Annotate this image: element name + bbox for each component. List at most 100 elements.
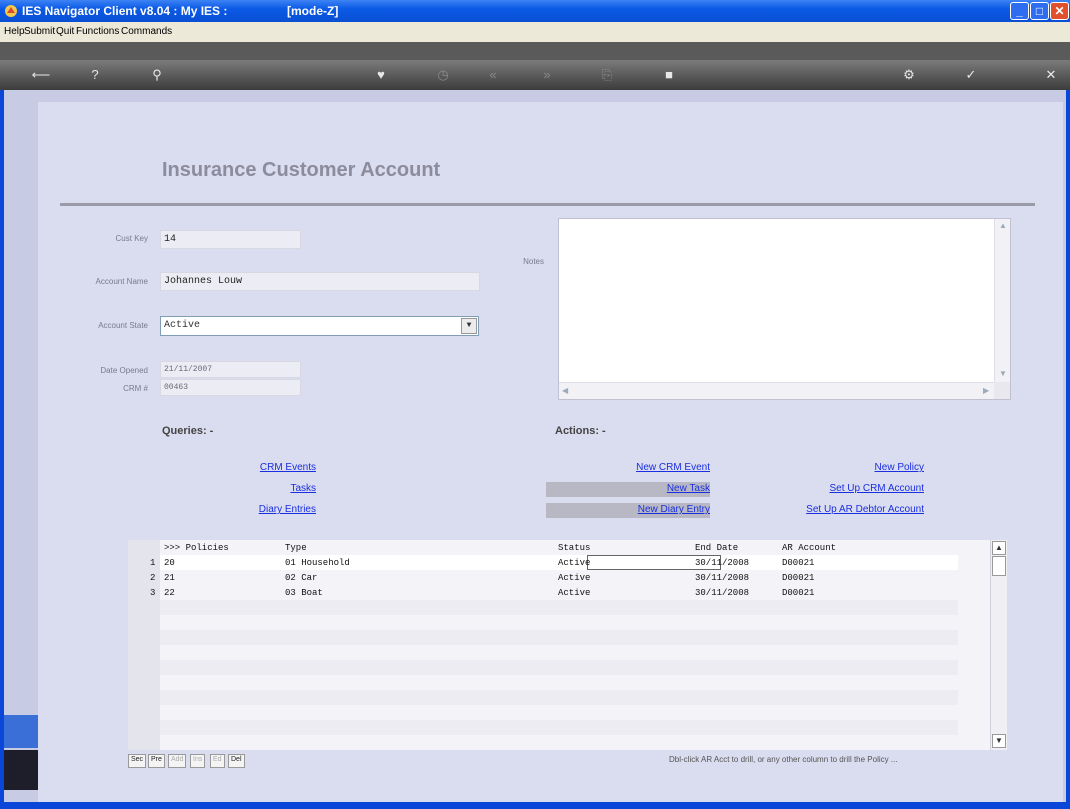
history-icon[interactable]: ◷ (432, 64, 454, 86)
close-button[interactable]: ✕ (1050, 2, 1069, 20)
ed-button[interactable]: Ed (210, 754, 225, 768)
cust-key-field[interactable]: 14 (160, 230, 301, 249)
action-new-crm-event-link[interactable]: New CRM Event (546, 462, 710, 473)
form-panel: Insurance Customer Account Cust Key 14 A… (38, 102, 1063, 802)
last-record-icon[interactable]: » (536, 64, 558, 86)
account-state-label: Account State (98, 321, 148, 330)
ins-button[interactable]: Ins (190, 754, 206, 768)
notes-horizontal-scrollbar[interactable]: ◀ ▶ (559, 382, 996, 399)
cell-status[interactable]: Active (558, 588, 590, 598)
account-state-select[interactable]: Active ▼ (160, 316, 479, 336)
table-row (160, 705, 958, 720)
action-setup-crm-account-link[interactable]: Set Up CRM Account (744, 483, 924, 494)
notes-textarea[interactable]: ▲ ▼ ◀ ▶ (558, 218, 1011, 400)
side-stub-dark (4, 750, 38, 790)
menu-submit[interactable]: Submit (24, 26, 55, 37)
help-icon[interactable]: ? (84, 64, 106, 86)
cancel-icon[interactable]: ✕ (1040, 64, 1062, 86)
cell-ar-account[interactable]: D00021 (782, 558, 814, 568)
scroll-right-icon[interactable]: ▶ (983, 386, 989, 395)
cell-end-date[interactable]: 30/11/2008 (695, 558, 749, 568)
cust-key-label: Cust Key (115, 234, 148, 243)
menu-functions[interactable]: Functions (76, 26, 119, 37)
cell-policy[interactable]: 21 (164, 573, 175, 583)
date-opened-label: Date Opened (100, 366, 148, 375)
table-row (160, 615, 958, 630)
cell-policy[interactable]: 20 (164, 558, 175, 568)
notes-vertical-scrollbar[interactable]: ▲ ▼ (994, 219, 1010, 382)
grid-scroll-down-icon[interactable]: ▼ (992, 734, 1006, 748)
action-new-task-link[interactable]: New Task (546, 483, 710, 494)
action-new-policy-link[interactable]: New Policy (744, 462, 924, 473)
app-icon (5, 5, 17, 17)
date-opened-field: 21/11/2007 (160, 361, 301, 378)
notes-label: Notes (523, 257, 544, 266)
scroll-down-icon[interactable]: ▼ (999, 369, 1007, 378)
query-diary-entries-link[interactable]: Diary Entries (178, 504, 316, 515)
cell-status[interactable]: Active (558, 558, 590, 568)
account-name-label: Account Name (95, 277, 148, 286)
header-policies[interactable]: >>> Policies (164, 543, 229, 553)
grid-scroll-up-icon[interactable]: ▲ (992, 541, 1006, 555)
table-row (160, 645, 958, 660)
window-title: IES Navigator Client v8.04 : My IES : (22, 4, 228, 18)
cell-type[interactable]: 03 Boat (285, 588, 323, 598)
toolbar: ⟵ ? ⚲ ♥ ◷ « » ⎘ ■ ⚙ ✓ ✕ (0, 60, 1070, 90)
table-row (160, 675, 958, 690)
menu-help[interactable]: Help (4, 26, 25, 37)
row-number: 2 (150, 573, 156, 583)
account-name-field[interactable]: Johannes Louw (160, 272, 480, 291)
cell-status[interactable]: Active (558, 573, 590, 583)
action-new-diary-entry-link[interactable]: New Diary Entry (546, 504, 710, 515)
header-status[interactable]: Status (558, 543, 590, 553)
sec-button[interactable]: Sec (128, 754, 147, 768)
add-button[interactable]: Add (168, 754, 187, 768)
cell-policy[interactable]: 22 (164, 588, 175, 598)
queries-title: Queries: - (162, 425, 214, 437)
query-tasks-link[interactable]: Tasks (178, 483, 316, 494)
clipboard-icon[interactable]: ⎘ (596, 64, 618, 86)
actions-title: Actions: - (555, 425, 606, 437)
dropdown-arrow-icon[interactable]: ▼ (461, 318, 477, 334)
crm-field: 00463 (160, 379, 301, 396)
crm-label: CRM # (123, 384, 148, 393)
menu-commands[interactable]: Commands (121, 26, 172, 37)
check-icon[interactable]: ✓ (960, 64, 982, 86)
search-icon[interactable]: ⚲ (146, 64, 168, 86)
scroll-up-icon[interactable]: ▲ (999, 221, 1007, 230)
row-number: 3 (150, 588, 156, 598)
header-end-date[interactable]: End Date (695, 543, 738, 553)
header-type[interactable]: Type (285, 543, 307, 553)
page-title: Insurance Customer Account (162, 159, 441, 181)
cell-end-date[interactable]: 30/11/2008 (695, 573, 749, 583)
minimize-button[interactable]: _ (1010, 2, 1029, 20)
maximize-button[interactable]: □ (1030, 2, 1049, 20)
header-ar-account[interactable]: AR Account (782, 543, 836, 553)
first-record-icon[interactable]: « (482, 64, 504, 86)
cell-end-date[interactable]: 30/11/2008 (695, 588, 749, 598)
query-crm-events-link[interactable]: CRM Events (178, 462, 316, 473)
cell-type[interactable]: 01 Household (285, 558, 350, 568)
back-arrow-icon[interactable]: ⟵ (30, 64, 52, 86)
scroll-left-icon[interactable]: ◀ (562, 386, 568, 395)
cell-ar-account[interactable]: D00021 (782, 588, 814, 598)
settings-gear-icon[interactable]: ⚙ (898, 64, 920, 86)
grid-scroll-thumb[interactable] (992, 556, 1006, 576)
cell-type[interactable]: 02 Car (285, 573, 317, 583)
policies-grid[interactable]: >>> Policies Type Status End Date AR Acc… (128, 540, 1007, 750)
pre-button[interactable]: Pre (148, 754, 165, 768)
grid-gutter (958, 540, 990, 750)
content-area: Insurance Customer Account Cust Key 14 A… (4, 90, 1066, 802)
action-setup-ar-debtor-link[interactable]: Set Up AR Debtor Account (744, 504, 924, 515)
row-number-column (128, 540, 160, 750)
del-button[interactable]: Del (228, 754, 245, 768)
favourite-heart-icon[interactable]: ♥ (370, 64, 392, 86)
app-window: IES Navigator Client v8.04 : My IES : [m… (0, 0, 1070, 809)
toolbar-top-strip (0, 42, 1070, 60)
cell-ar-account[interactable]: D00021 (782, 573, 814, 583)
title-divider (60, 203, 1035, 206)
grid-vertical-scrollbar[interactable]: ▲ ▼ (990, 540, 1007, 750)
menu-quit[interactable]: Quit (56, 26, 74, 37)
stop-icon[interactable]: ■ (658, 64, 680, 86)
table-row (160, 600, 958, 615)
